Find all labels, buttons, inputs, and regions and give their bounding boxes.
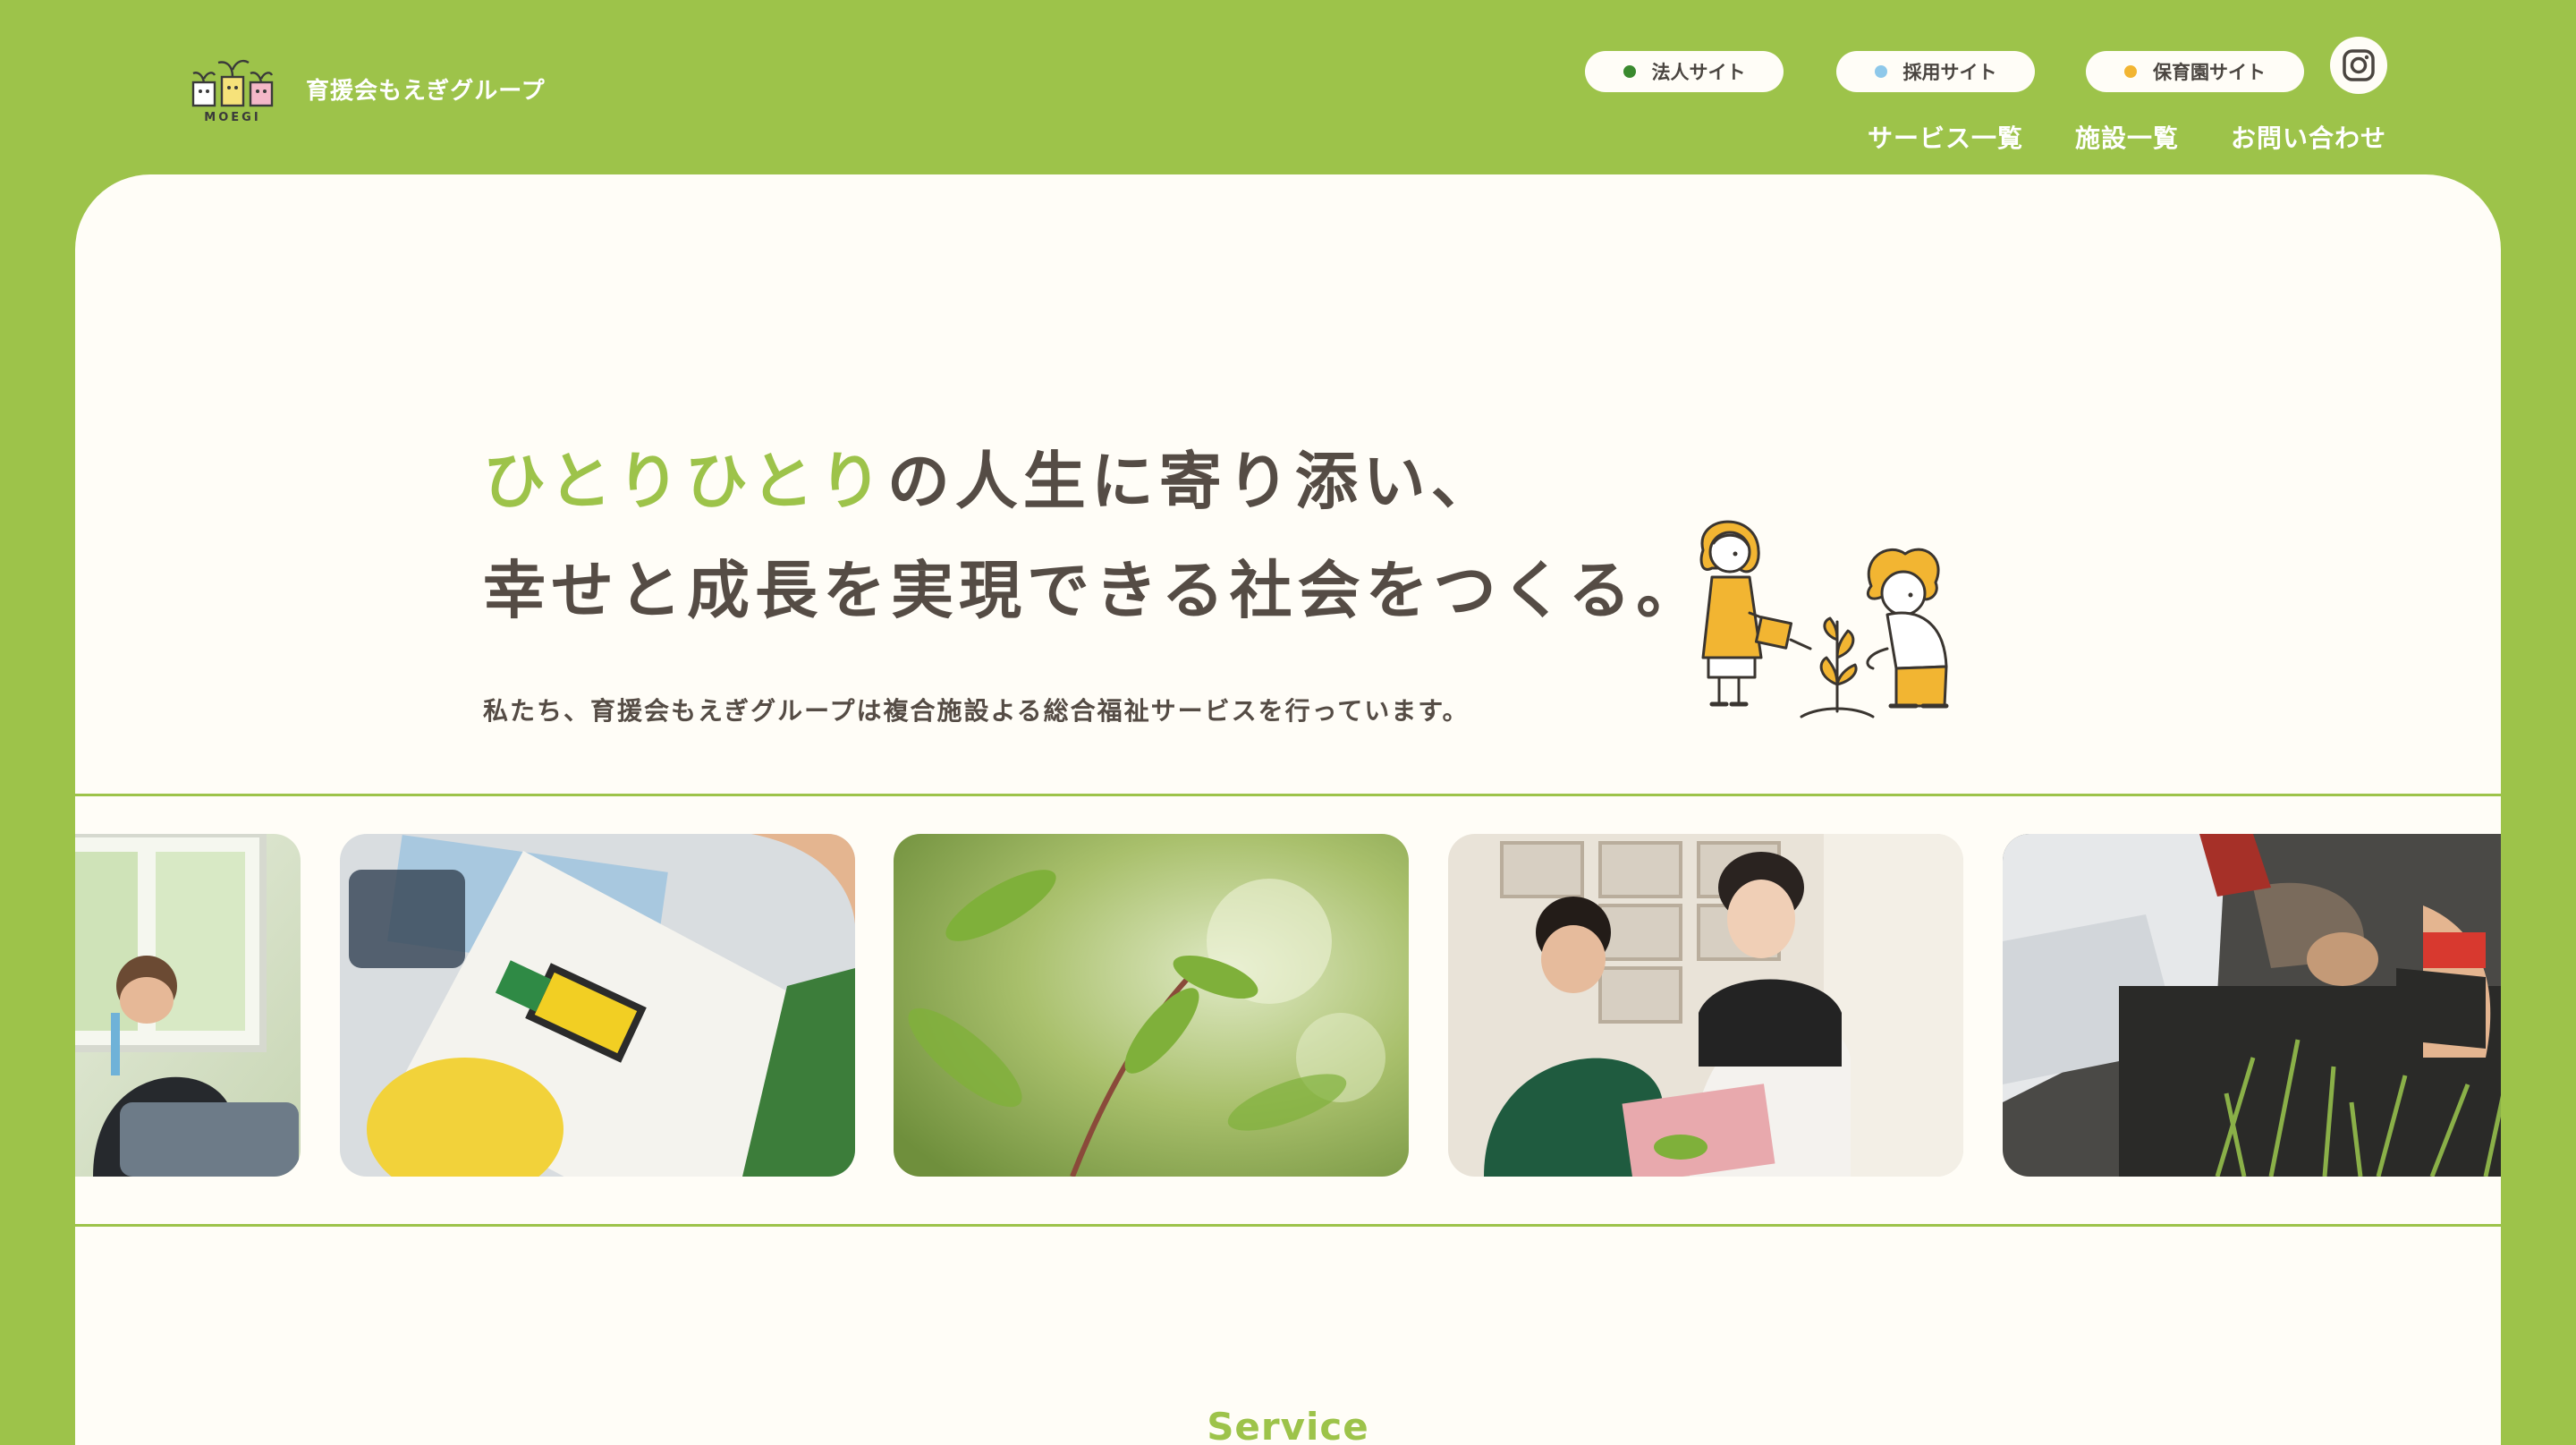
logo[interactable]: MOEGI 育援会もえぎグループ — [186, 52, 546, 125]
nursery-site-link[interactable]: 保育園サイト — [2086, 51, 2304, 92]
instagram-icon — [2343, 49, 2375, 81]
nav-services[interactable]: サービス一覧 — [1868, 119, 2023, 155]
photo-bead-craft — [340, 834, 855, 1177]
nav-contact[interactable]: お問い合わせ — [2231, 119, 2386, 155]
dot-icon — [2124, 65, 2137, 78]
children-watering-plant-illustration — [1699, 520, 1949, 718]
recruit-site-link[interactable]: 採用サイト — [1836, 51, 2035, 92]
global-nav: サービス一覧 施設一覧 お問い合わせ — [1868, 119, 2386, 155]
dot-icon — [1874, 65, 1887, 78]
site-name: 育援会もえぎグループ — [306, 77, 546, 105]
dot-icon — [1623, 65, 1636, 78]
photo-carousel — [75, 794, 2501, 1227]
recruit-site-label: 採用サイト — [1902, 62, 1997, 83]
service-section-title: Service — [1207, 1404, 1369, 1445]
photo-boy-at-desk — [75, 834, 301, 1177]
nav-facilities[interactable]: 施設一覧 — [2075, 119, 2179, 155]
photo-gardening — [2003, 834, 2501, 1177]
corporate-site-link[interactable]: 法人サイト — [1585, 51, 1784, 92]
moegi-logo-mark: MOEGI — [191, 59, 274, 124]
photo-child-and-staff — [1448, 834, 1963, 1177]
main-content: ひとりひとりの人生に寄り添い、 幸せと成長を実現できる社会をつくる。 私たち、育… — [75, 174, 2501, 1445]
nursery-site-label: 保育園サイト — [2153, 62, 2266, 83]
logo-mark-letters: MOEGI — [204, 111, 260, 124]
instagram-link[interactable] — [2330, 37, 2387, 94]
corporate-site-label: 法人サイト — [1651, 62, 1746, 83]
hero-title-accent: ひとりひとり — [483, 445, 887, 518]
hero-title-rest: の人生に寄り添い、 — [886, 445, 1499, 518]
hero-subtitle: 私たち、育援会もえぎグループは複合施設よる総合福祉サービスを行っています。 — [483, 696, 1470, 726]
hero-title: ひとりひとりの人生に寄り添い、 幸せと成長を実現できる社会をつくる。 — [483, 427, 1704, 645]
hero-title-line2: 幸せと成長を実現できる社会をつくる。 — [483, 554, 1705, 627]
photo-leaves — [894, 834, 1409, 1177]
